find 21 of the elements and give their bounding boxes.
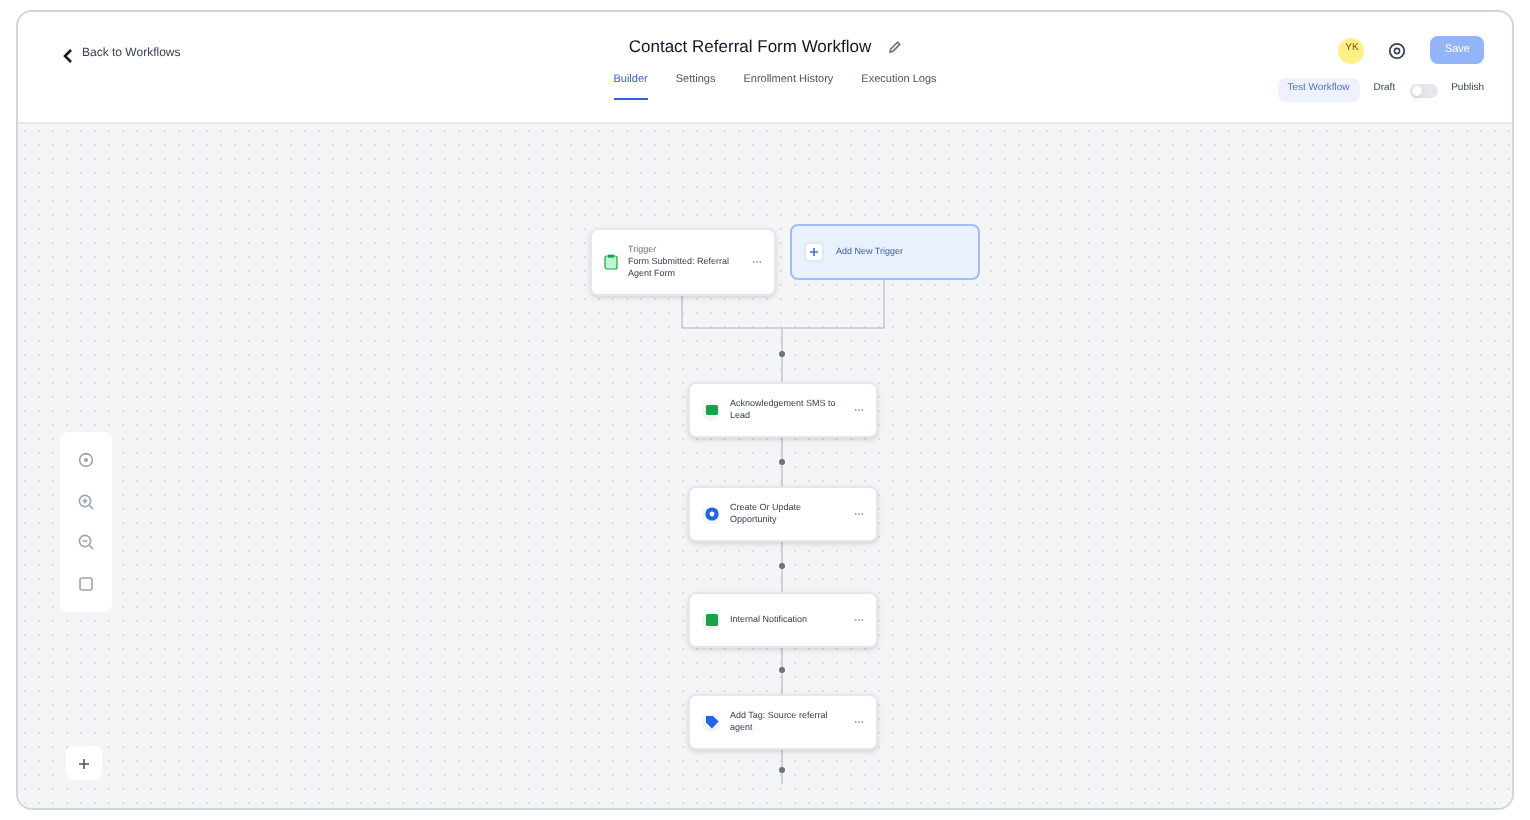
pencil-icon[interactable] — [887, 39, 902, 54]
add-step-dot[interactable] — [779, 667, 785, 673]
add-button[interactable] — [66, 746, 102, 780]
connector-line — [781, 437, 783, 487]
zoom-in-icon[interactable] — [78, 493, 94, 510]
clipboard-icon — [604, 254, 618, 270]
publish-toggle[interactable] — [1409, 83, 1438, 97]
connector-line — [781, 647, 783, 695]
add-step-dot[interactable] — [779, 351, 785, 357]
plus-icon — [804, 242, 824, 262]
connector-line — [781, 749, 783, 785]
plus-icon — [78, 757, 90, 769]
chevron-left-icon — [62, 47, 74, 63]
add-step-dot[interactable] — [779, 767, 785, 773]
fit-view-icon[interactable] — [78, 575, 94, 592]
add-step-dot[interactable] — [779, 459, 785, 465]
zoom-out-icon[interactable] — [78, 534, 94, 551]
workflow-title: Contact Referral Form Workflow — [628, 34, 872, 60]
target-icon[interactable] — [78, 452, 94, 469]
add-step-dot[interactable] — [779, 563, 785, 569]
connector-line — [781, 541, 783, 593]
